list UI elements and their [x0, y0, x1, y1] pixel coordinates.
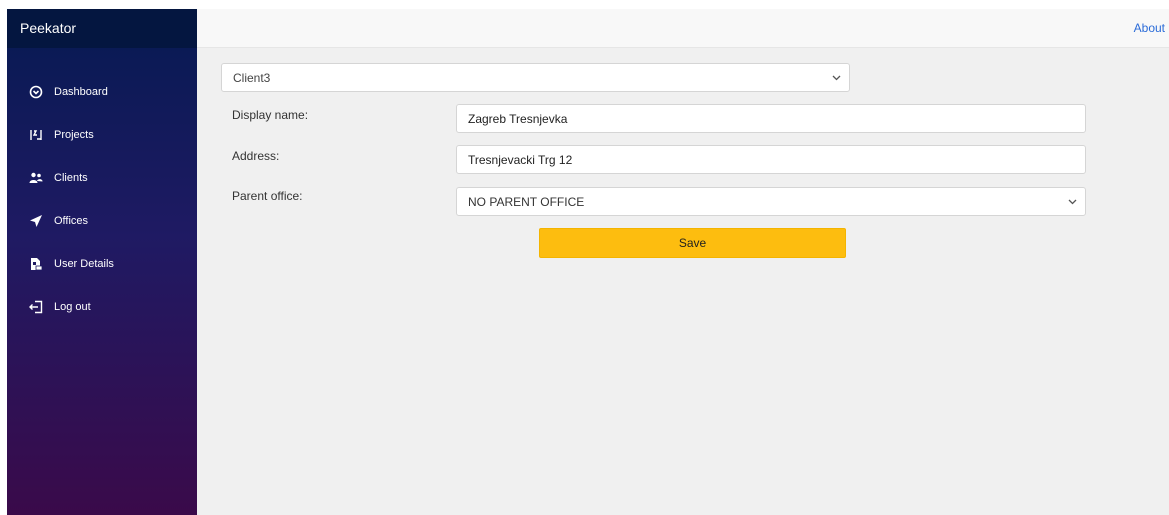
client-select-value: Client3 — [233, 70, 271, 85]
sidebar-item-label: Offices — [54, 214, 89, 227]
projects-icon — [29, 128, 43, 142]
display-name-label: Display name: — [232, 108, 309, 122]
sidebar-item-projects[interactable]: Projects — [7, 113, 197, 156]
display-name-field[interactable] — [456, 104, 1086, 133]
dashboard-icon — [29, 85, 43, 99]
sidebar-item-clients[interactable]: Clients — [7, 156, 197, 199]
parent-office-label: Parent office: — [232, 189, 303, 203]
address-field[interactable] — [456, 145, 1086, 174]
user-details-icon — [29, 257, 43, 271]
logout-icon — [29, 300, 43, 314]
app-brand[interactable]: Peekator — [7, 9, 197, 48]
sidebar-item-dashboard[interactable]: Dashboard — [7, 70, 197, 113]
sidebar-item-label: User Details — [54, 257, 114, 270]
chevron-down-icon — [832, 75, 841, 80]
sidebar-item-user-details[interactable]: User Details — [7, 242, 197, 285]
top-bar: About — [197, 9, 1169, 48]
sidebar-item-label: Clients — [54, 171, 88, 184]
save-button[interactable]: Save — [539, 228, 846, 258]
sidebar: Peekator Dashboard Projects Clients Offi… — [7, 9, 197, 515]
sidebar-item-offices[interactable]: Offices — [7, 199, 197, 242]
client-select[interactable]: Client3 — [221, 63, 850, 92]
parent-office-select-value: NO PARENT OFFICE — [468, 194, 585, 209]
clients-icon — [29, 171, 43, 185]
address-label: Address: — [232, 149, 280, 163]
chevron-down-icon — [1068, 199, 1077, 204]
sidebar-item-label: Log out — [54, 300, 91, 313]
sidebar-item-label: Dashboard — [54, 85, 108, 98]
sidebar-nav: Dashboard Projects Clients Offices User … — [7, 48, 197, 328]
main-content: Client3 Display name: Address: Parent of… — [197, 48, 1169, 515]
parent-office-select[interactable]: NO PARENT OFFICE — [456, 187, 1086, 216]
about-link[interactable]: About — [1134, 21, 1165, 35]
sidebar-item-log-out[interactable]: Log out — [7, 285, 197, 328]
offices-icon — [29, 214, 43, 228]
sidebar-item-label: Projects — [54, 128, 94, 141]
